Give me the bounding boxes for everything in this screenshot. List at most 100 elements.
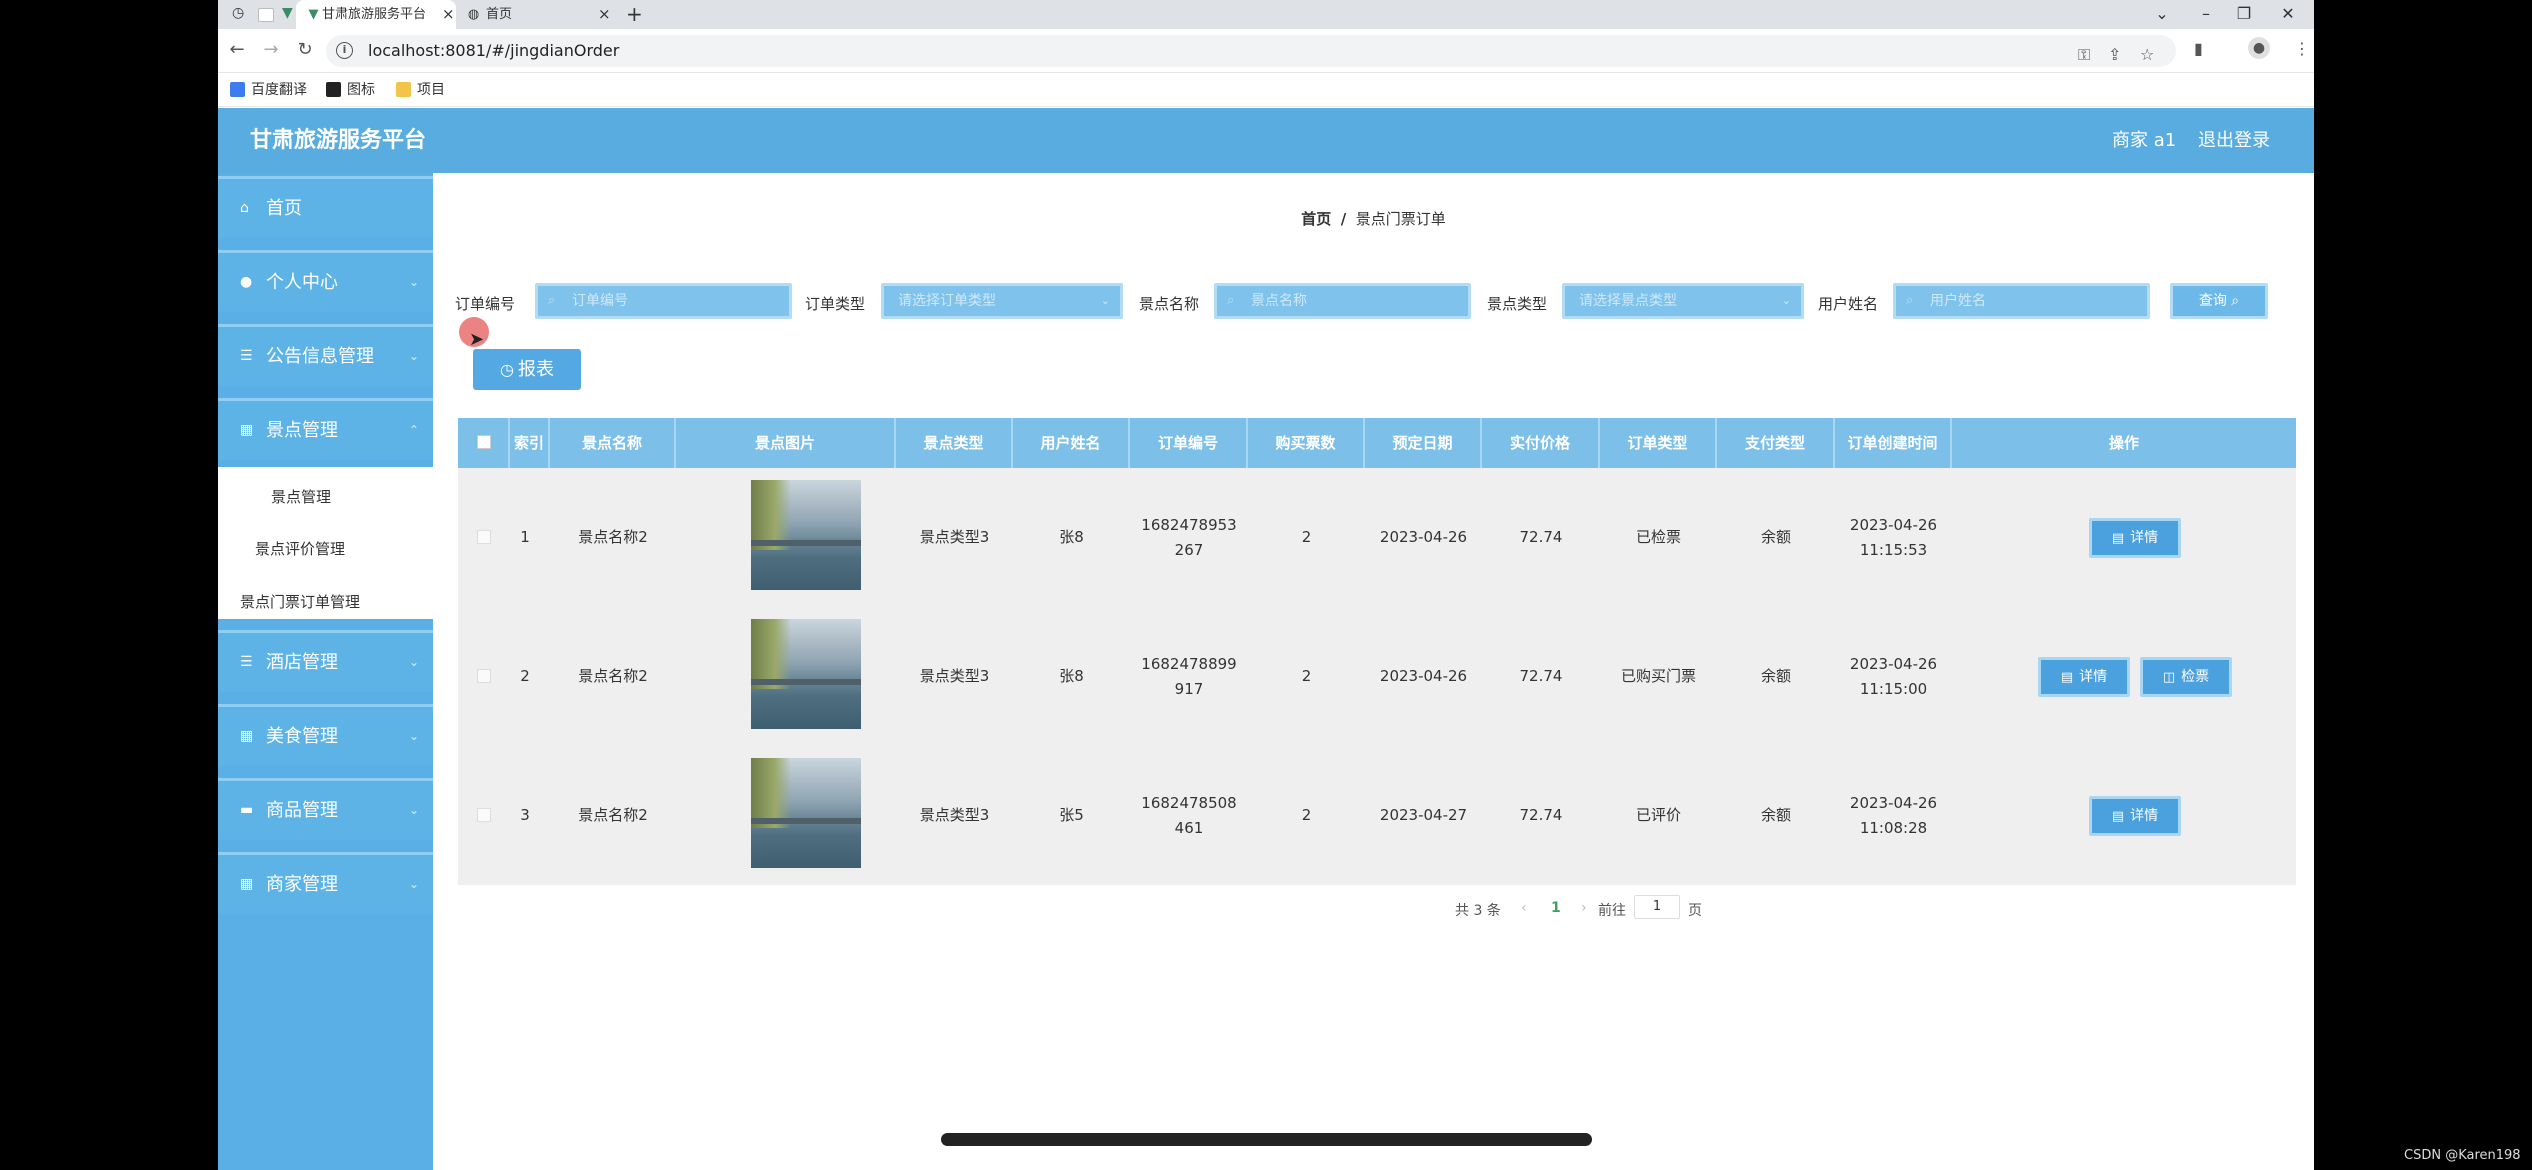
tab-home[interactable]: ◍ 首页 × [460, 0, 611, 29]
check-ticket-button[interactable]: ◫ 检票 [2140, 657, 2232, 697]
detail-button[interactable]: ▤ 详情 [2038, 657, 2130, 697]
user-name-input[interactable]: ⌕ 用户姓名 [1893, 283, 2150, 319]
cell-qty: 2 [1301, 528, 1312, 546]
logout-link[interactable]: 退出登录 [2198, 108, 2270, 173]
breadcrumb-current: 景点门票订单 [1355, 210, 1446, 228]
table-row: 2 景点名称2 景点类型3 张8 1682478899 917 2 2023-0… [458, 607, 2296, 746]
breadcrumb-home[interactable]: 首页 [1301, 210, 1331, 228]
search-button[interactable]: 查询 ⌕ [2170, 283, 2268, 319]
sidebar-item-goods[interactable]: ▬ 商品管理 ⌄ [218, 778, 433, 840]
sidebar-item-food[interactable]: ▦ 美食管理 ⌄ [218, 704, 433, 766]
scenic-name-input[interactable]: ⌕ 景点名称 [1214, 283, 1471, 319]
minimize-icon[interactable]: – [2186, 0, 2226, 29]
report-button-label: 报表 [517, 359, 554, 380]
sidebar-item-notice[interactable]: ☰ 公告信息管理 ⌄ [218, 324, 433, 386]
cell-scenic-type: 景点类型3 [919, 806, 990, 824]
breadcrumb-separator: / [1340, 210, 1347, 228]
back-icon[interactable]: ← [224, 37, 250, 63]
submenu-scenic-manage[interactable]: 景点管理 [271, 486, 331, 507]
scenic-image[interactable] [751, 619, 861, 729]
share-icon[interactable]: ⇪ [2108, 45, 2121, 64]
chart-pie-icon: ◷ [500, 360, 514, 379]
scenic-image[interactable] [751, 758, 861, 868]
scenic-image[interactable] [751, 480, 861, 590]
cell-qty: 2 [1301, 667, 1312, 685]
restore-icon[interactable]: ❐ [2224, 0, 2264, 29]
cell-order-type: 已评价 [1635, 806, 1681, 824]
table-header: 索引 景点名称 景点图片 景点类型 用户姓名 订单编号 购买票数 预定日期 实付… [458, 418, 2296, 468]
star-icon[interactable]: ☆ [2140, 45, 2154, 64]
order-no-placeholder: 订单编号 [572, 293, 628, 309]
prev-page-icon[interactable]: ‹ [1521, 900, 1527, 916]
order-type-placeholder: 请选择订单类型 [898, 293, 996, 309]
tab-icon-blank[interactable] [258, 8, 274, 22]
pagination-total: 共 3 条 [1455, 903, 1501, 919]
close-window-icon[interactable]: ✕ [2268, 0, 2308, 29]
cell-order-type: 已检票 [1635, 528, 1681, 546]
info-icon[interactable]: i [336, 42, 353, 59]
check-ticket-button-label: 检票 [2181, 669, 2210, 685]
detail-button[interactable]: ▤ 详情 [2089, 518, 2181, 558]
side-panel-icon[interactable]: ▮ [2194, 39, 2203, 58]
bookmark-icons[interactable]: 图标 [326, 73, 375, 107]
history-icon[interactable]: ◷ [232, 5, 244, 21]
submenu-scenic-review[interactable]: 景点评价管理 [255, 538, 345, 559]
url-field[interactable]: i localhost:8081/#/jingdianOrder ⚿ ⇪ ☆ [326, 35, 2176, 67]
sidebar-submenu: 景点管理 景点评价管理 景点门票订单管理 [218, 467, 433, 619]
select-all-checkbox[interactable] [477, 435, 491, 449]
list-icon: ☰ [240, 654, 253, 670]
sidebar-item-merchant[interactable]: ▦ 商家管理 ⌄ [218, 852, 433, 914]
sidebar-item-label: 景点管理 [266, 420, 338, 441]
document-icon: ▤ [2111, 809, 2125, 824]
home-icon: ⌂ [240, 200, 249, 216]
url-text[interactable]: localhost:8081/#/jingdianOrder [368, 35, 619, 67]
table-row: 1 景点名称2 景点类型3 张8 1682478953 267 2 2023-0… [458, 468, 2296, 607]
cell-order-no: 1682478953 267 [1130, 468, 1248, 607]
chevron-down-icon: ⌄ [408, 803, 419, 817]
detail-button[interactable]: ▤ 详情 [2089, 796, 2181, 836]
tab-platform[interactable]: ▼ 甘肃旅游服务平台 × [296, 0, 456, 29]
folder-icon [396, 82, 411, 97]
submenu-ticket-orders[interactable]: 景点门票订单管理 [240, 591, 360, 612]
sidebar-item-label: 公告信息管理 [266, 346, 374, 367]
bookmark-baidu-translate[interactable]: 百度翻译 [230, 73, 307, 107]
chevron-down-icon: ⌄ [408, 275, 419, 289]
filter-label-scenic-type: 景点类型 [1487, 295, 1548, 313]
forward-icon[interactable]: → [258, 37, 284, 63]
sidebar-item-profile[interactable]: ● 个人中心 ⌄ [218, 250, 433, 312]
user-icon: ● [240, 274, 253, 290]
chat-icon: ▬ [240, 802, 254, 818]
cell-index: 3 [520, 806, 530, 824]
cell-created: 2023-04-26 11:15:00 [1835, 607, 1952, 746]
vue-icon[interactable]: ▼ [282, 5, 293, 21]
next-page-icon[interactable]: › [1581, 900, 1587, 916]
close-tab-icon[interactable]: × [598, 0, 611, 29]
column-header: 景点图片 [676, 418, 896, 468]
page-number-current[interactable]: 1 [1551, 900, 1561, 916]
profile-icon[interactable]: ● [2248, 37, 2270, 59]
cell-price: 72.74 [1519, 528, 1563, 546]
row-checkbox[interactable] [477, 669, 491, 683]
column-header: 支付类型 [1717, 418, 1835, 468]
close-tab-icon[interactable]: × [442, 0, 455, 29]
page-unit-label: 页 [1688, 903, 1702, 919]
goto-page-input[interactable]: 1 [1634, 895, 1680, 919]
reload-icon[interactable]: ↻ [292, 37, 318, 63]
scenic-type-select[interactable]: 请选择景点类型 ⌄ [1562, 283, 1804, 319]
menu-kebab-icon[interactable]: ⋮ [2294, 39, 2310, 58]
report-button[interactable]: ◷ 报表 [473, 349, 581, 390]
key-icon[interactable]: ⚿ [2078, 45, 2090, 65]
new-tab-button[interactable]: + [626, 1, 643, 28]
order-type-select[interactable]: 请选择订单类型 ⌄ [881, 283, 1123, 319]
sidebar-item-hotel[interactable]: ☰ 酒店管理 ⌄ [218, 630, 433, 692]
order-no-input[interactable]: ⌕ 订单编号 [535, 283, 792, 319]
column-header: 景点名称 [550, 418, 676, 468]
bookmark-project-folder[interactable]: 项目 [396, 73, 445, 107]
row-checkbox[interactable] [477, 808, 491, 822]
sidebar-item-home[interactable]: ⌂ 首页 [218, 176, 433, 238]
browser-tab-bar: ◷ ▼ ▼ 甘肃旅游服务平台 × ◍ 首页 × + ⌄ – ❐ ✕ [218, 0, 2314, 29]
tab-search-icon[interactable]: ⌄ [2142, 0, 2182, 29]
row-checkbox[interactable] [477, 530, 491, 544]
sidebar-item-scenic[interactable]: ▦ 景点管理 ⌃ [218, 398, 433, 460]
cell-scenic-type: 景点类型3 [919, 528, 990, 546]
